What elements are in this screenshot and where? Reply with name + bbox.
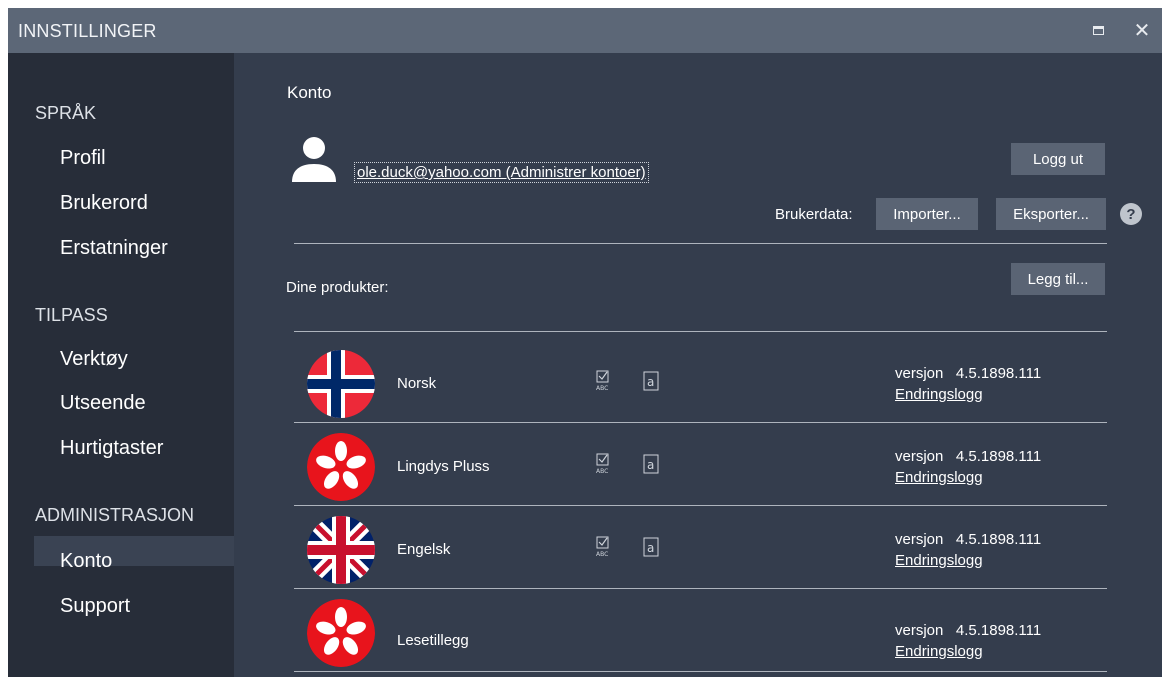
- changelog-link[interactable]: Endringslogg: [895, 469, 983, 486]
- product-row-engelsk: Engelsk ABC a versjon 4.5.1898.111 Endri…: [294, 506, 1107, 589]
- text-tool-icon[interactable]: a: [643, 371, 659, 391]
- svg-text:a: a: [647, 541, 654, 555]
- text-tool-icon[interactable]: a: [643, 537, 659, 557]
- sidebar: SPRÅK Profil Brukerord Erstatninger TILP…: [8, 53, 234, 677]
- product-row-lingdys-pluss: Lingdys Pluss ABC a versjon 4.5.1898.111…: [294, 423, 1107, 506]
- version-prefix: versjon: [895, 622, 944, 639]
- spellcheck-icon[interactable]: ABC: [595, 370, 611, 392]
- product-name: Norsk: [397, 375, 437, 392]
- userdata-label: Brukerdata:: [775, 206, 853, 223]
- product-name: Engelsk: [397, 541, 451, 558]
- sidebar-item-hurtigtaster[interactable]: Hurtigtaster: [60, 437, 163, 460]
- lingdys-logo-icon: [307, 433, 375, 501]
- import-button[interactable]: Importer...: [876, 198, 978, 230]
- sidebar-item-support[interactable]: Support: [60, 595, 130, 618]
- manage-accounts-link[interactable]: ole.duck@yahoo.com (Administrer kontoer): [354, 162, 649, 183]
- sidebar-item-erstatninger[interactable]: Erstatninger: [60, 237, 168, 260]
- lingdys-logo-icon: [307, 599, 375, 667]
- help-icon[interactable]: ?: [1120, 203, 1142, 225]
- svg-text:a: a: [647, 375, 654, 389]
- product-version: versjon 4.5.1898.111: [895, 622, 1041, 639]
- version-number: 4.5.1898.111: [955, 531, 1042, 548]
- divider: [294, 331, 1107, 332]
- version-prefix: versjon: [895, 448, 944, 465]
- products-label: Dine produkter:: [286, 279, 389, 296]
- version-prefix: versjon: [895, 365, 944, 382]
- account-panel: Konto ole.duck@yahoo.com (Administrer ko…: [234, 53, 1162, 677]
- logout-button[interactable]: Logg ut: [1011, 143, 1105, 175]
- section-heading-tilpass: TILPASS: [35, 305, 108, 325]
- svg-text:a: a: [647, 458, 654, 472]
- close-icon[interactable]: ✕: [1122, 8, 1162, 53]
- product-version: versjon 4.5.1898.111: [895, 365, 1041, 382]
- page-title: Konto: [287, 83, 332, 102]
- section-heading-administrasjon: ADMINISTRASJON: [35, 505, 195, 525]
- product-row-norsk: Norsk ABC a versjon 4.5.1898.111 Endring…: [294, 340, 1107, 423]
- svg-text:ABC: ABC: [596, 385, 608, 392]
- title-bar: INNSTILLINGER ✕: [8, 8, 1162, 53]
- norway-flag-icon: [307, 350, 375, 418]
- export-button[interactable]: Eksporter...: [996, 198, 1106, 230]
- section-heading-sprak: SPRÅK: [35, 103, 97, 123]
- version-number: 4.5.1898.111: [955, 622, 1042, 639]
- version-number: 4.5.1898.111: [955, 448, 1042, 465]
- changelog-link[interactable]: Endringslogg: [895, 386, 983, 403]
- product-version: versjon 4.5.1898.111: [895, 448, 1041, 465]
- sidebar-item-profil[interactable]: Profil: [60, 147, 106, 170]
- maximize-icon[interactable]: [1078, 8, 1118, 53]
- settings-window: INNSTILLINGER ✕ SPRÅK Profil Brukerord E…: [8, 8, 1162, 677]
- sidebar-item-utseende[interactable]: Utseende: [60, 392, 146, 415]
- version-number: 4.5.1898.111: [955, 365, 1042, 382]
- svg-text:ABC: ABC: [596, 551, 608, 558]
- user-avatar-icon: [292, 137, 336, 182]
- product-version: versjon 4.5.1898.111: [895, 531, 1041, 548]
- svg-text:ABC: ABC: [596, 468, 608, 475]
- sidebar-item-verktoy[interactable]: Verktøy: [60, 348, 128, 371]
- spellcheck-icon[interactable]: ABC: [595, 453, 611, 475]
- product-name: Lesetillegg: [397, 632, 469, 649]
- add-product-button[interactable]: Legg til...: [1011, 263, 1105, 295]
- spellcheck-icon[interactable]: ABC: [595, 536, 611, 558]
- sidebar-item-brukerord[interactable]: Brukerord: [60, 192, 148, 215]
- changelog-link[interactable]: Endringslogg: [895, 552, 983, 569]
- text-tool-icon[interactable]: a: [643, 454, 659, 474]
- divider: [294, 243, 1107, 244]
- sidebar-item-konto[interactable]: Konto: [60, 550, 112, 573]
- version-prefix: versjon: [895, 531, 944, 548]
- product-name: Lingdys Pluss: [397, 458, 490, 475]
- changelog-link[interactable]: Endringslogg: [895, 643, 983, 660]
- product-row-lesetillegg: Lesetillegg versjon 4.5.1898.111 Endring…: [294, 589, 1107, 672]
- window-title: INNSTILLINGER: [18, 21, 157, 41]
- uk-flag-icon: [307, 516, 375, 584]
